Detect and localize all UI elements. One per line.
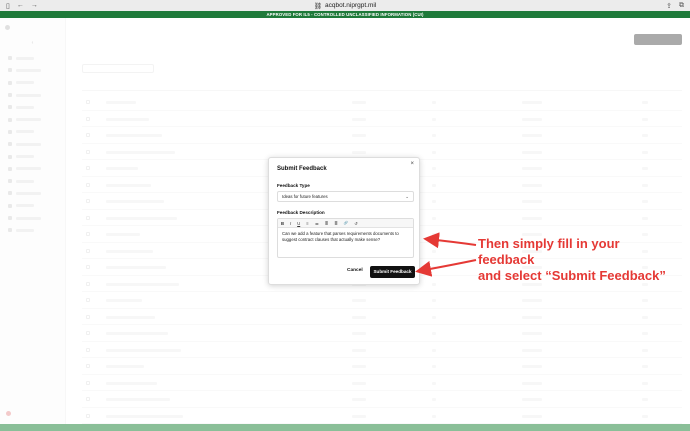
arrow-to-submit [415,259,477,277]
annotation-line-1: Then simply fill in your feedback [478,236,620,267]
annotation-arrows [415,232,477,277]
annotation-callout: Then simply fill in your feedback and se… [478,236,678,284]
arrow-to-description [423,232,477,249]
annotation-line-2: and select “Submit Feedback” [478,268,666,283]
